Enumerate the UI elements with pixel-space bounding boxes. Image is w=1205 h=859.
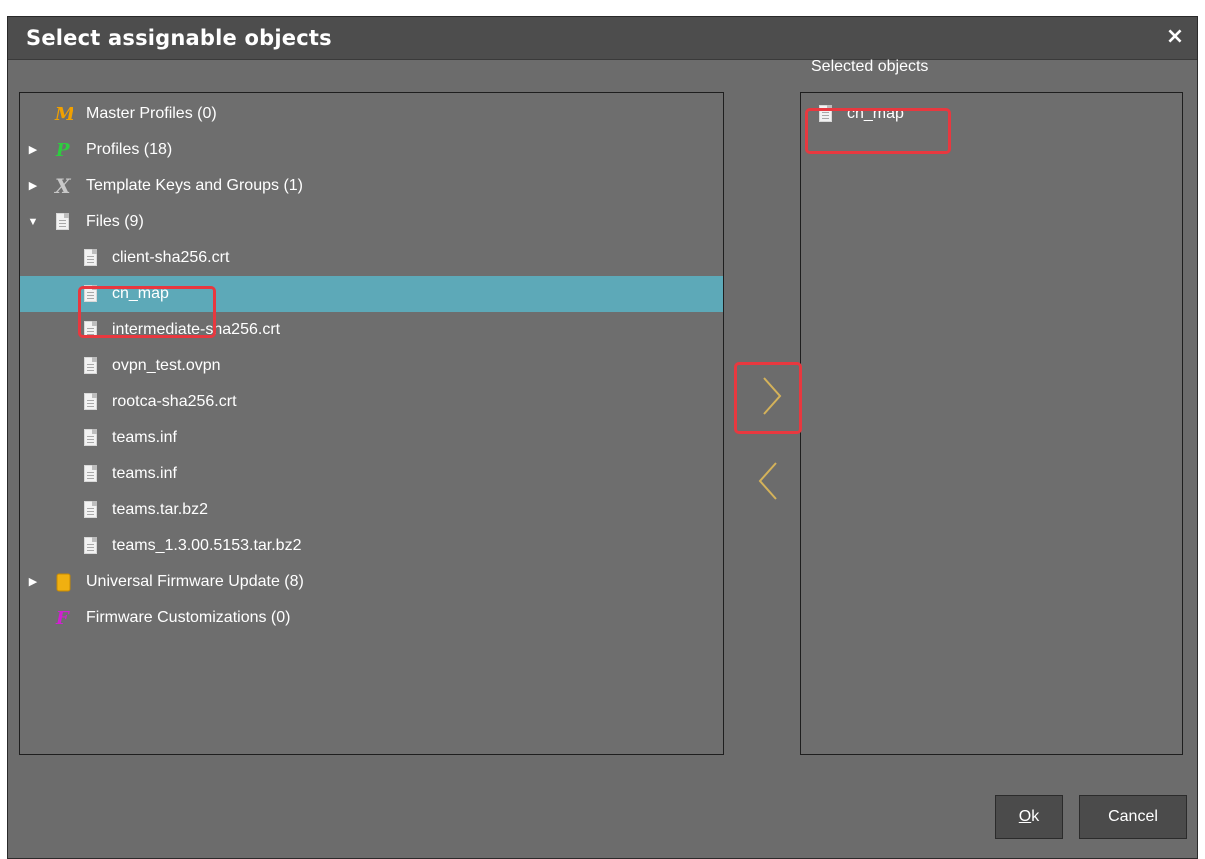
- highlight-box: [805, 108, 951, 154]
- file-item-label: client-sha256.crt: [112, 249, 230, 266]
- svg-text:M: M: [54, 104, 73, 124]
- file-item-label: teams_1.3.00.5153.tar.bz2: [112, 537, 302, 554]
- svg-text:X: X: [53, 176, 72, 196]
- svg-text:P: P: [55, 140, 70, 160]
- file-item[interactable]: teams.inf: [20, 456, 723, 492]
- file-item[interactable]: teams.tar.bz2: [20, 492, 723, 528]
- chevron-left-icon: [758, 462, 777, 500]
- file-item[interactable]: teams_1.3.00.5153.tar.bz2: [20, 528, 723, 564]
- collapse-arrow-icon[interactable]: ▼: [26, 204, 40, 240]
- object-tree[interactable]: M Master Profiles (0) ▶ P Profiles (18) …: [19, 92, 724, 755]
- profiles-icon: P: [55, 140, 70, 160]
- file-item-label: teams.inf: [112, 429, 177, 446]
- file-item-label: teams.inf: [112, 465, 177, 482]
- file-icon: [84, 429, 97, 446]
- ok-mnemonic: O: [1018, 808, 1032, 825]
- file-item-label: rootca-sha256.crt: [112, 393, 237, 410]
- tree-item-firmware-customizations[interactable]: F Firmware Customizations (0): [20, 600, 723, 636]
- file-item[interactable]: rootca-sha256.crt: [20, 384, 723, 420]
- tree-item-profiles[interactable]: ▶ P Profiles (18): [20, 132, 723, 168]
- dialog-titlebar: Select assignable objects ×: [8, 17, 1197, 60]
- tree-item-universal-firmware-update[interactable]: ▶ Universal Firmware Update (8): [20, 564, 723, 600]
- tree-item-files[interactable]: ▼ Files (9): [20, 204, 723, 240]
- expand-arrow-icon[interactable]: ▶: [26, 564, 40, 600]
- tree-item-label: Firmware Customizations (0): [86, 609, 291, 626]
- tree-item-label: Profiles (18): [86, 141, 173, 158]
- file-item[interactable]: ovpn_test.ovpn: [20, 348, 723, 384]
- file-icon: [84, 465, 97, 482]
- highlight-box: [78, 286, 216, 338]
- expand-arrow-icon[interactable]: ▶: [26, 132, 40, 168]
- file-icon: [56, 213, 69, 230]
- file-icon: [84, 537, 97, 554]
- file-icon: [84, 501, 97, 518]
- file-item-label: ovpn_test.ovpn: [112, 357, 221, 374]
- ok-label-rest: k: [1031, 808, 1040, 825]
- remove-from-selection-button[interactable]: [752, 455, 788, 507]
- svg-text:F: F: [55, 608, 70, 628]
- file-item[interactable]: teams.inf: [20, 420, 723, 456]
- selected-objects-heading: Selected objects: [811, 58, 929, 75]
- firmware-update-icon: [56, 573, 71, 592]
- selected-objects-list[interactable]: cn_map: [800, 92, 1183, 755]
- expand-arrow-icon[interactable]: ▶: [26, 168, 40, 204]
- highlight-box: [734, 362, 802, 434]
- dialog-title: Select assignable objects: [26, 26, 332, 50]
- tree-item-label: Files (9): [86, 213, 144, 230]
- master-profiles-icon: M: [54, 104, 73, 124]
- file-item-label: teams.tar.bz2: [112, 501, 209, 518]
- file-item[interactable]: client-sha256.crt: [20, 240, 723, 276]
- tree-item-label: Master Profiles (0): [86, 105, 217, 122]
- cancel-button[interactable]: Cancel: [1079, 795, 1187, 839]
- tree-item-label: Universal Firmware Update (8): [86, 573, 304, 590]
- file-icon: [84, 393, 97, 410]
- tree-item-master-profiles[interactable]: M Master Profiles (0): [20, 96, 723, 132]
- firmware-customizations-icon: F: [55, 608, 70, 628]
- ok-button[interactable]: Ok: [995, 795, 1063, 839]
- tree-item-template-keys[interactable]: ▶ X Template Keys and Groups (1): [20, 168, 723, 204]
- tree-item-label: Template Keys and Groups (1): [86, 177, 303, 194]
- close-button[interactable]: ×: [1163, 25, 1187, 49]
- template-keys-icon: X: [53, 176, 72, 196]
- file-icon: [84, 357, 97, 374]
- file-icon: [84, 249, 97, 266]
